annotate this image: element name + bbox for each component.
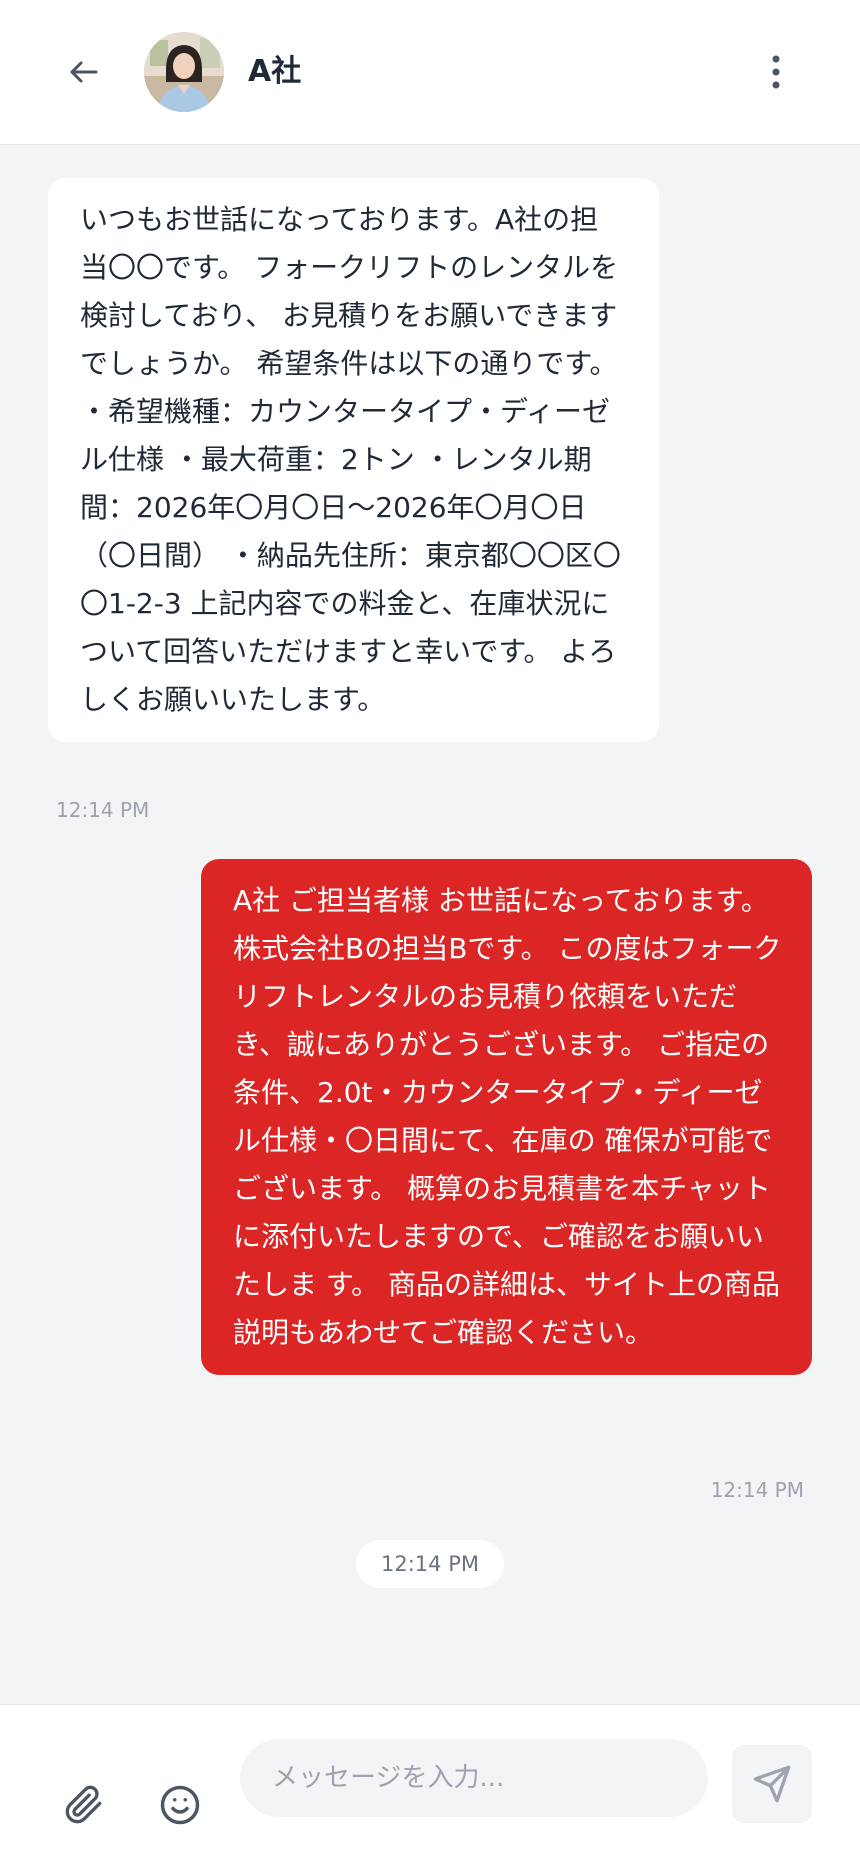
paperclip-icon (65, 1785, 102, 1824)
emoji-button[interactable] (156, 1781, 204, 1829)
contact-name: A社 (248, 54, 302, 89)
time-divider-chip: 12:14 PM (356, 1540, 504, 1588)
smiley-icon (160, 1785, 200, 1825)
chat-header: A社 (0, 0, 860, 145)
send-icon (753, 1765, 791, 1803)
send-button[interactable] (732, 1745, 812, 1823)
more-vertical-icon (772, 55, 780, 89)
back-button[interactable] (58, 46, 110, 98)
arrow-left-icon (70, 61, 98, 83)
attach-button[interactable] (60, 1781, 108, 1829)
incoming-message-bubble: いつもお世話になっております。A社の担当〇〇です。 フォークリフトのレンタルを検… (48, 178, 659, 742)
contact-avatar[interactable] (144, 32, 224, 112)
incoming-message-time: 12:14 PM (56, 798, 150, 822)
message-input[interactable] (240, 1739, 708, 1817)
message-composer (0, 1704, 860, 1863)
more-options-button[interactable] (752, 46, 800, 98)
outgoing-message-bubble: A社 ご担当者様 お世話になっております。株式会社Bの担当Bです。 この度はフォ… (201, 859, 812, 1375)
outgoing-message-time: 12:14 PM (710, 1478, 804, 1502)
